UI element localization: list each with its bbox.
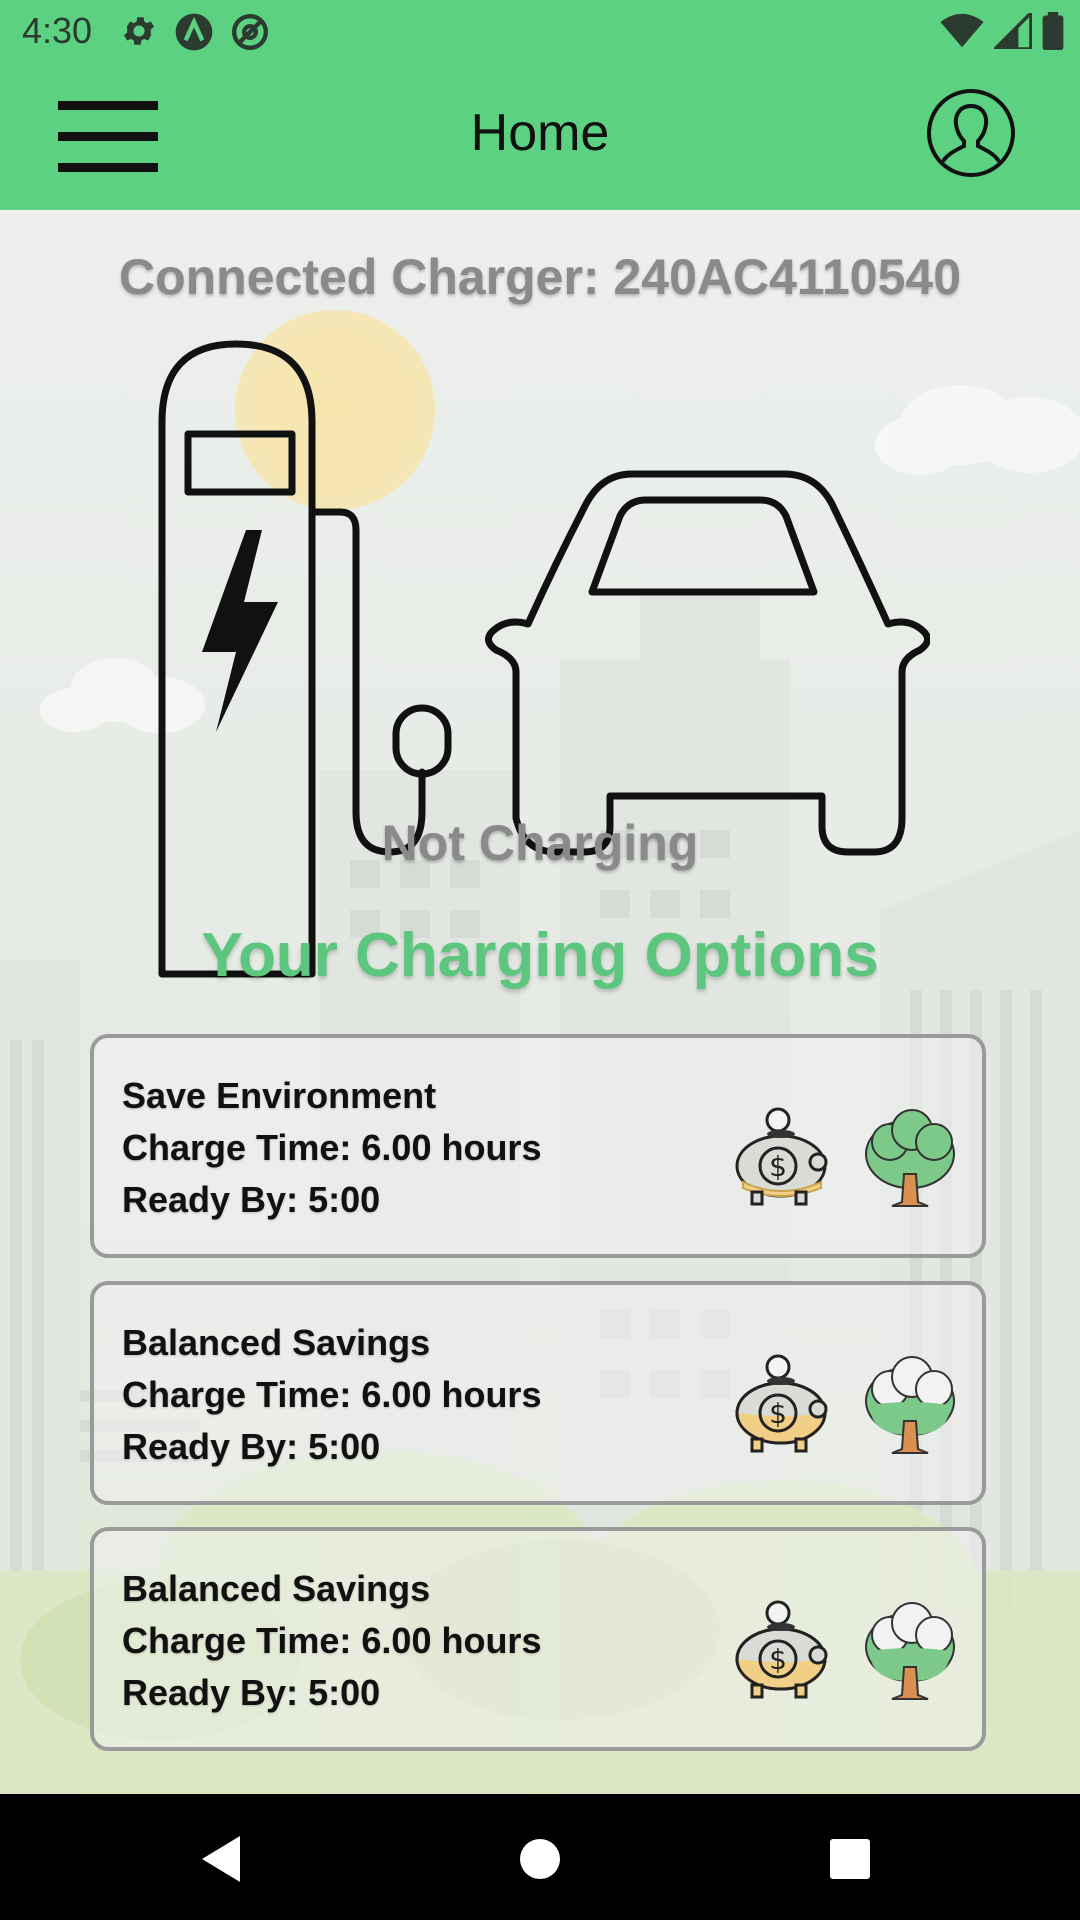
app-bar: Home <box>0 63 1080 210</box>
option-ready-by: Ready By: 5:00 <box>122 1179 381 1220</box>
option-name: Balanced Savings <box>122 1322 431 1363</box>
status-time: 4:30 <box>22 10 93 51</box>
status-bar: 4:30 <box>0 0 1080 63</box>
main-content: Connected Charger: 240AC4110540 Not Char… <box>0 210 1080 1794</box>
charger-car-illustration <box>158 340 930 978</box>
option-name: Save Environment <box>122 1075 437 1116</box>
recents-icon[interactable] <box>815 1824 885 1894</box>
page-title: Home <box>470 104 610 162</box>
home-icon[interactable] <box>505 1824 575 1894</box>
back-icon[interactable] <box>190 1824 260 1894</box>
connected-charger-label: Connected Charger: 240AC4110540 <box>118 249 962 305</box>
option-charge-time: Charge Time: 6.00 hours <box>122 1127 542 1168</box>
battery-icon <box>1042 12 1064 50</box>
profile-icon[interactable] <box>926 88 1016 178</box>
option-text: Balanced Savings Charge Time: 6.00 hours… <box>122 1317 541 1473</box>
piggy-bank-icon: $ <box>735 1600 828 1699</box>
option-ready-by: Ready By: 5:00 <box>122 1426 381 1467</box>
option-card-save-environment[interactable]: Save Environment Charge Time: 6.00 hours… <box>90 1034 986 1258</box>
wifi-icon <box>940 13 984 48</box>
svg-text:$: $ <box>769 1643 787 1676</box>
status-icons-left <box>120 12 270 52</box>
tree-icon <box>865 1109 955 1207</box>
charging-status: Not Charging <box>381 815 699 871</box>
option-charge-time: Charge Time: 6.00 hours <box>122 1620 542 1661</box>
option-card-balanced-savings[interactable]: Balanced Savings Charge Time: 6.00 hours… <box>90 1527 986 1751</box>
tree-icon <box>865 1602 955 1700</box>
svg-text:$: $ <box>769 1397 787 1430</box>
tree-icon <box>865 1356 955 1454</box>
option-text: Balanced Savings Charge Time: 6.00 hours… <box>122 1563 541 1719</box>
gear-icon <box>123 17 155 45</box>
option-ready-by: Ready By: 5:00 <box>122 1672 381 1713</box>
svg-text:$: $ <box>769 1150 787 1183</box>
options-title: Your Charging Options <box>201 921 879 990</box>
app-a-icon <box>175 13 213 51</box>
option-text: Save Environment Charge Time: 6.00 hours… <box>122 1070 541 1226</box>
status-icons-right <box>940 12 1064 50</box>
system-nav-bar <box>0 1794 1080 1920</box>
piggy-bank-icon: $ <box>735 1107 828 1206</box>
piggy-bank-icon: $ <box>735 1354 828 1453</box>
at-icon <box>232 14 268 50</box>
option-charge-time: Charge Time: 6.00 hours <box>122 1374 542 1415</box>
option-name: Balanced Savings <box>122 1568 431 1609</box>
signal-icon <box>994 13 1032 49</box>
option-card-balanced-savings[interactable]: Balanced Savings Charge Time: 6.00 hours… <box>90 1281 986 1505</box>
